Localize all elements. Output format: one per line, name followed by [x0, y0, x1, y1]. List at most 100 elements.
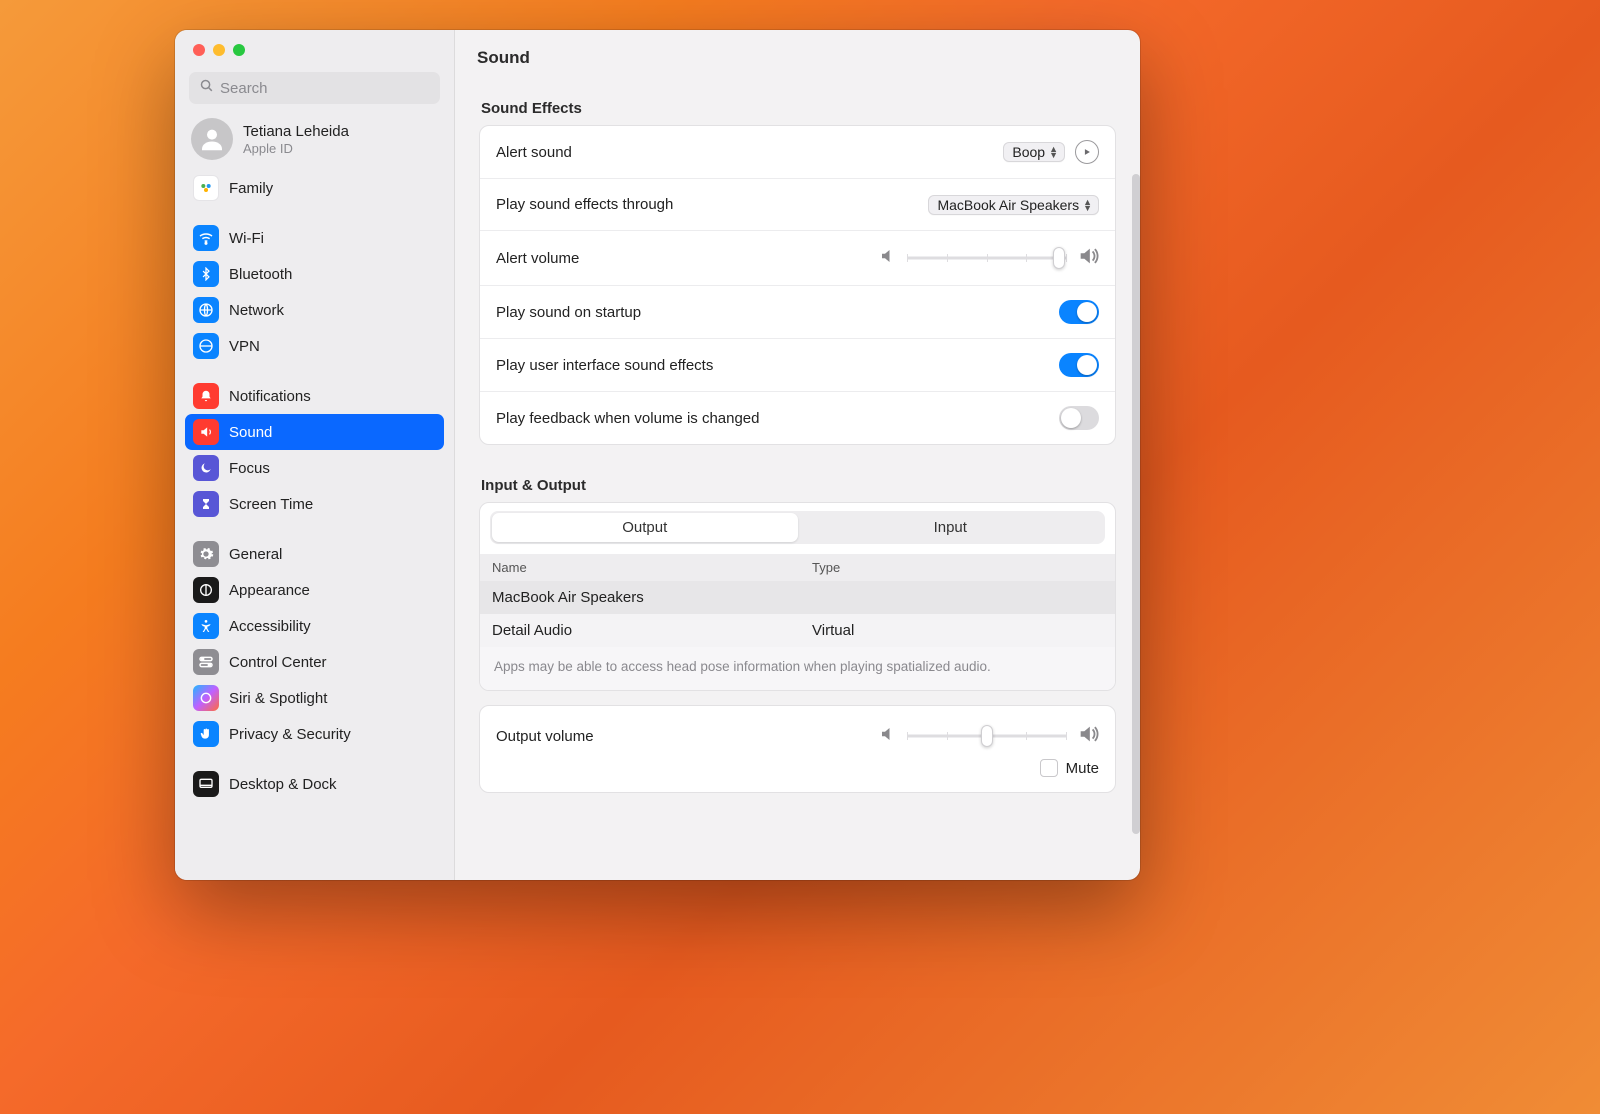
- siri-icon: [193, 685, 219, 711]
- search-input[interactable]: [220, 80, 430, 97]
- speaker-low-icon: [879, 725, 897, 747]
- sidebar-item-family[interactable]: Family: [185, 170, 444, 206]
- fullscreen-window-button[interactable]: [233, 44, 245, 56]
- sidebar: Tetiana Leheida Apple ID Family Wi-Fi: [175, 30, 455, 880]
- sidebar-item-appearance[interactable]: Appearance: [185, 572, 444, 608]
- speaker-low-icon: [879, 247, 897, 269]
- device-name: MacBook Air Speakers: [492, 589, 812, 606]
- device-row[interactable]: Detail Audio Virtual: [480, 614, 1115, 647]
- sidebar-item-label: VPN: [229, 338, 260, 355]
- settings-window: Tetiana Leheida Apple ID Family Wi-Fi: [175, 30, 1140, 880]
- play-through-popup[interactable]: MacBook Air Speakers ▲▼: [928, 195, 1099, 215]
- sidebar-scroll[interactable]: Tetiana Leheida Apple ID Family Wi-Fi: [175, 112, 454, 880]
- sidebar-item-label: Sound: [229, 424, 272, 441]
- io-card: Output Input Name Type MacBook Air Speak…: [479, 502, 1116, 691]
- sidebar-item-label: Privacy & Security: [229, 726, 351, 743]
- sidebar-item-general[interactable]: General: [185, 536, 444, 572]
- row-startup-sound: Play sound on startup: [480, 286, 1115, 339]
- dock-icon: [193, 771, 219, 797]
- ui-sounds-toggle[interactable]: [1059, 353, 1099, 377]
- hourglass-icon: [193, 491, 219, 517]
- speaker-high-icon: [1077, 245, 1099, 271]
- close-window-button[interactable]: [193, 44, 205, 56]
- row-play-through: Play sound effects through MacBook Air S…: [480, 179, 1115, 231]
- alert-volume-label: Alert volume: [496, 250, 579, 267]
- bluetooth-icon: [193, 261, 219, 287]
- output-volume-card: Output volume: [479, 705, 1116, 793]
- sidebar-item-label: Wi-Fi: [229, 230, 264, 247]
- col-type: Type: [812, 560, 1103, 575]
- row-alert-sound: Alert sound Boop ▲▼: [480, 126, 1115, 179]
- sidebar-item-siri-spotlight[interactable]: Siri & Spotlight: [185, 680, 444, 716]
- mute-checkbox[interactable]: [1040, 759, 1058, 777]
- speaker-icon: [193, 419, 219, 445]
- ui-sounds-label: Play user interface sound effects: [496, 357, 713, 374]
- minimize-window-button[interactable]: [213, 44, 225, 56]
- sidebar-item-bluetooth[interactable]: Bluetooth: [185, 256, 444, 292]
- hand-icon: [193, 721, 219, 747]
- chevron-up-down-icon: ▲▼: [1049, 146, 1058, 158]
- sidebar-item-label: Siri & Spotlight: [229, 690, 327, 707]
- search-icon: [199, 78, 214, 98]
- mute-label: Mute: [1066, 760, 1099, 777]
- accessibility-icon: [193, 613, 219, 639]
- sidebar-item-label: General: [229, 546, 282, 563]
- sidebar-item-label: Network: [229, 302, 284, 319]
- tab-input[interactable]: Input: [798, 513, 1104, 542]
- alert-sound-value: Boop: [1012, 144, 1045, 160]
- io-segmented-control: Output Input: [490, 511, 1105, 544]
- sidebar-item-focus[interactable]: Focus: [185, 450, 444, 486]
- spatial-audio-note: Apps may be able to access head pose inf…: [480, 647, 1115, 690]
- sound-effects-card: Alert sound Boop ▲▼ Play sound effects t…: [479, 125, 1116, 445]
- device-name: Detail Audio: [492, 622, 812, 639]
- search-field[interactable]: [189, 72, 440, 104]
- switches-icon: [193, 649, 219, 675]
- alert-sound-label: Alert sound: [496, 144, 572, 161]
- speaker-high-icon: [1077, 723, 1099, 749]
- sidebar-item-vpn[interactable]: VPN: [185, 328, 444, 364]
- tab-output[interactable]: Output: [492, 513, 798, 542]
- row-ui-sounds: Play user interface sound effects: [480, 339, 1115, 392]
- startup-sound-label: Play sound on startup: [496, 304, 641, 321]
- chevron-up-down-icon: ▲▼: [1083, 199, 1092, 211]
- section-sound-effects-title: Sound Effects: [481, 100, 1114, 117]
- appearance-icon: [193, 577, 219, 603]
- sidebar-item-label: Screen Time: [229, 496, 313, 513]
- sidebar-item-label: Desktop & Dock: [229, 776, 337, 793]
- sidebar-item-accessibility[interactable]: Accessibility: [185, 608, 444, 644]
- sidebar-item-sound[interactable]: Sound: [185, 414, 444, 450]
- row-mute: Mute: [480, 758, 1115, 792]
- search-wrap: [175, 62, 454, 112]
- play-alert-sound-button[interactable]: [1075, 140, 1099, 164]
- section-io-title: Input & Output: [481, 477, 1114, 494]
- output-volume-label: Output volume: [496, 728, 594, 745]
- sidebar-item-label: Bluetooth: [229, 266, 292, 283]
- startup-sound-toggle[interactable]: [1059, 300, 1099, 324]
- device-row[interactable]: MacBook Air Speakers: [480, 581, 1115, 614]
- volume-feedback-label: Play feedback when volume is changed: [496, 410, 760, 427]
- avatar-icon: [191, 118, 233, 160]
- sidebar-item-screen-time[interactable]: Screen Time: [185, 486, 444, 522]
- alert-volume-slider[interactable]: [907, 247, 1067, 269]
- col-name: Name: [492, 560, 812, 575]
- sidebar-item-network[interactable]: Network: [185, 292, 444, 328]
- sidebar-item-notifications[interactable]: Notifications: [185, 378, 444, 414]
- volume-feedback-toggle[interactable]: [1059, 406, 1099, 430]
- wifi-icon: [193, 225, 219, 251]
- alert-sound-popup[interactable]: Boop ▲▼: [1003, 142, 1065, 162]
- sidebar-item-control-center[interactable]: Control Center: [185, 644, 444, 680]
- sidebar-item-desktop-dock[interactable]: Desktop & Dock: [185, 766, 444, 802]
- sidebar-item-wifi[interactable]: Wi-Fi: [185, 220, 444, 256]
- content-scroll[interactable]: Sound Effects Alert sound Boop ▲▼: [455, 82, 1140, 880]
- sidebar-item-label: Family: [229, 180, 273, 197]
- sidebar-item-label: Notifications: [229, 388, 311, 405]
- sidebar-item-label: Appearance: [229, 582, 310, 599]
- row-output-volume: Output volume: [480, 706, 1115, 758]
- output-volume-slider[interactable]: [907, 725, 1067, 747]
- sidebar-item-privacy-security[interactable]: Privacy & Security: [185, 716, 444, 752]
- apple-id-account[interactable]: Tetiana Leheida Apple ID: [185, 112, 444, 170]
- moon-icon: [193, 455, 219, 481]
- play-through-value: MacBook Air Speakers: [937, 197, 1079, 213]
- device-table-header: Name Type: [480, 554, 1115, 581]
- scrollbar[interactable]: [1132, 174, 1140, 834]
